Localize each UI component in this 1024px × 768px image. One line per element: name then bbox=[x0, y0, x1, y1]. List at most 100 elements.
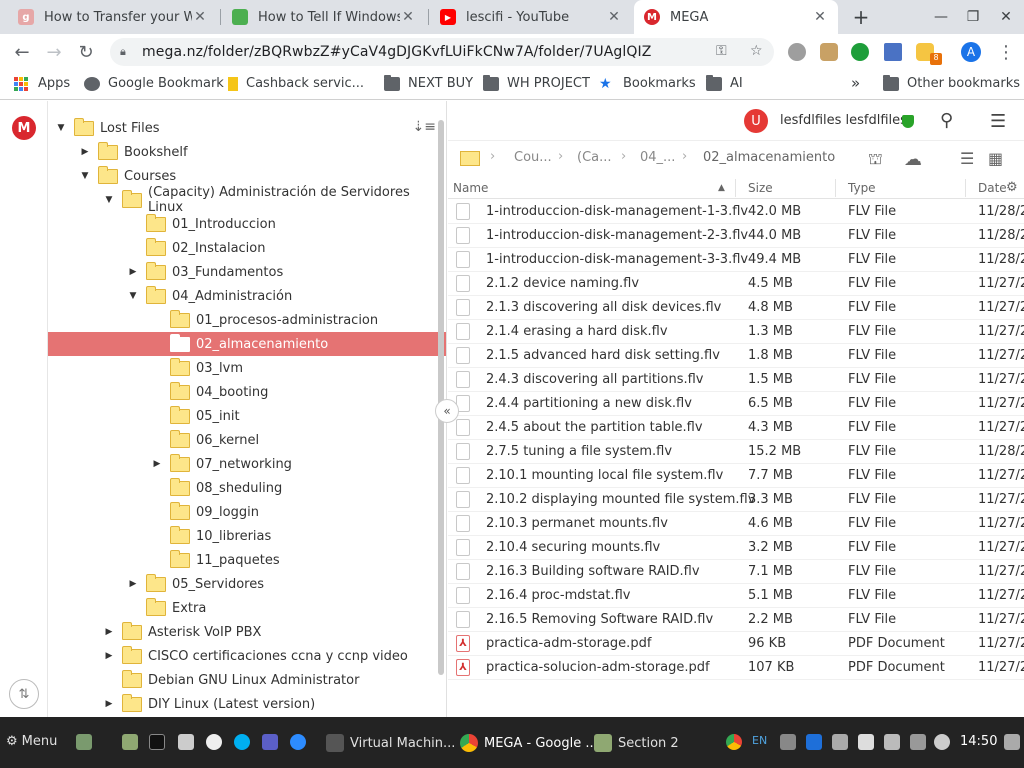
file-row[interactable]: ⅄ practica-adm-storage.pdf 96 KB PDF Docume… bbox=[448, 632, 1024, 656]
app-tray-icon[interactable] bbox=[858, 734, 874, 750]
bookmark-item[interactable]: Google Bookmark bbox=[84, 76, 224, 91]
column-type[interactable]: Type bbox=[848, 181, 876, 195]
reload-icon[interactable]: ↻ bbox=[72, 38, 100, 66]
clock[interactable]: 14:50 bbox=[960, 734, 997, 749]
tree-item[interactable]: 04_booting bbox=[48, 380, 446, 404]
tree-item[interactable]: 03_lvm bbox=[48, 356, 446, 380]
collapse-panel-button[interactable]: « bbox=[435, 399, 459, 423]
launcher-icon[interactable] bbox=[76, 734, 92, 750]
browser-tab[interactable]: How to Tell If Windows 1 ✕ bbox=[222, 0, 426, 34]
gear-icon[interactable]: ⚙ bbox=[1006, 180, 1018, 195]
tree-item-selected[interactable]: 02_almacenamiento bbox=[48, 332, 446, 356]
files-icon[interactable] bbox=[122, 734, 138, 750]
file-row[interactable]: 2.1.3 discovering all disk devices.flv 4.… bbox=[448, 296, 1024, 320]
column-date[interactable]: Date bbox=[978, 181, 1007, 195]
grid-view-icon[interactable]: ▦ bbox=[988, 149, 1003, 168]
user-name[interactable]: lesfdlfiles lesfdlfiles bbox=[780, 113, 907, 128]
tree-item[interactable]: 09_loggin bbox=[48, 500, 446, 524]
cloud-download-icon[interactable]: ☁ bbox=[904, 149, 922, 170]
tree-item[interactable]: ▶ 03_Fundamentos bbox=[48, 260, 446, 284]
file-row[interactable]: 1-introduccion-disk-management-1-3.flv 42… bbox=[448, 200, 1024, 224]
tree-item[interactable]: ▶ Bookshelf bbox=[48, 140, 446, 164]
caret-right-icon[interactable]: ▶ bbox=[78, 147, 92, 157]
file-row[interactable]: 2.4.5 about the partition table.flv 4.3 M… bbox=[448, 416, 1024, 440]
breadcrumb-item[interactable]: Cou... bbox=[514, 150, 552, 165]
bluetooth-icon[interactable] bbox=[806, 734, 822, 750]
caret-right-icon[interactable]: ▶ bbox=[102, 651, 116, 661]
caret-down-icon[interactable]: ▼ bbox=[54, 123, 68, 133]
file-row[interactable]: 2.1.2 device naming.flv 4.5 MB FLV File 11/… bbox=[448, 272, 1024, 296]
tree-item[interactable]: ▼ 04_Administración bbox=[48, 284, 446, 308]
transfers-icon[interactable]: ⇅ bbox=[9, 679, 39, 709]
file-row[interactable]: 2.1.5 advanced hard disk setting.flv 1.8 … bbox=[448, 344, 1024, 368]
key-icon[interactable]: ⚿ bbox=[716, 43, 727, 59]
folder-icon[interactable] bbox=[460, 151, 480, 166]
caret-right-icon[interactable]: ▶ bbox=[126, 579, 140, 589]
bookmark-item[interactable]: NEXT BUY bbox=[384, 74, 473, 91]
volume-icon[interactable] bbox=[1004, 734, 1020, 750]
taskbar-window-active[interactable]: MEGA - Google ... bbox=[460, 734, 598, 752]
tree-item[interactable]: 11_paquetes bbox=[48, 548, 446, 572]
terminal-icon[interactable] bbox=[149, 734, 165, 750]
new-tab-button[interactable]: + bbox=[845, 0, 877, 34]
start-menu-button[interactable]: ⚙ Menu bbox=[6, 734, 57, 749]
file-row[interactable]: 2.16.4 proc-mdstat.flv 5.1 MB FLV File 11/2… bbox=[448, 584, 1024, 608]
tree-scrollbar[interactable] bbox=[438, 120, 444, 675]
browser-tab[interactable]: ▶ lescifi - YouTube ✕ bbox=[430, 0, 632, 34]
caret-down-icon[interactable]: ▼ bbox=[78, 171, 92, 181]
more-menu-icon[interactable]: ⋮ bbox=[992, 38, 1020, 66]
bookmark-item[interactable]: AI bbox=[706, 74, 743, 91]
tree-item[interactable]: 08_sheduling bbox=[48, 476, 446, 500]
extension-icon[interactable] bbox=[884, 43, 902, 61]
tree-item[interactable]: 06_kernel bbox=[48, 428, 446, 452]
brightness-icon[interactable] bbox=[934, 734, 950, 750]
column-name[interactable]: Name bbox=[453, 181, 488, 195]
address-bar[interactable]: 🔒︎ mega.nz/folder/zBQRwbzZ#yCaV4gDJGKvfL… bbox=[110, 38, 774, 66]
bookmark-item[interactable]: WH PROJECT bbox=[483, 74, 590, 91]
screenshot-icon[interactable] bbox=[178, 734, 194, 750]
breadcrumb-item[interactable]: 04_... bbox=[640, 150, 675, 165]
lock-icon[interactable]: 🔒︎ bbox=[120, 45, 132, 59]
caret-down-icon[interactable]: ▼ bbox=[126, 291, 140, 301]
search-icon[interactable]: ⚲ bbox=[940, 110, 953, 131]
mega-logo[interactable]: M bbox=[12, 116, 36, 140]
file-row[interactable]: 2.10.1 mounting local file system.flv 7.7… bbox=[448, 464, 1024, 488]
tree-item[interactable]: Extra bbox=[48, 596, 446, 620]
extension-icon[interactable] bbox=[788, 43, 806, 61]
keyboard-layout[interactable]: EN bbox=[752, 734, 767, 747]
hamburger-menu-icon[interactable]: ☰ bbox=[990, 111, 1006, 132]
user-avatar[interactable]: U bbox=[744, 109, 768, 133]
display-icon[interactable] bbox=[780, 734, 796, 750]
list-view-icon[interactable]: ☰ bbox=[960, 149, 974, 168]
browser-tab-active[interactable]: M MEGA ✕ bbox=[634, 0, 838, 34]
file-row[interactable]: ⅄ practica-solucion-adm-storage.pdf 107 KB… bbox=[448, 656, 1024, 680]
shield-tray-icon[interactable] bbox=[884, 734, 900, 750]
bookmark-item[interactable]: Other bookmarks bbox=[883, 74, 1020, 91]
column-size[interactable]: Size bbox=[748, 181, 773, 195]
tree-item[interactable]: 05_init bbox=[48, 404, 446, 428]
close-tab-icon[interactable]: ✕ bbox=[812, 9, 828, 25]
breadcrumb-item[interactable]: (Ca... bbox=[577, 150, 612, 165]
file-row[interactable]: 2.16.5 Removing Software RAID.flv 2.2 MB F… bbox=[448, 608, 1024, 632]
file-row[interactable]: 2.10.2 displaying mounted file system.fl… bbox=[448, 488, 1024, 512]
tree-item[interactable]: ▼ (Capacity) Administración de Servidores… bbox=[48, 185, 446, 215]
caret-down-icon[interactable]: ▼ bbox=[102, 195, 116, 205]
file-row[interactable]: 1-introduccion-disk-management-3-3.flv 49… bbox=[448, 248, 1024, 272]
tree-item[interactable]: ▶ 07_networking bbox=[48, 452, 446, 476]
profile-avatar[interactable]: A bbox=[961, 42, 981, 62]
teams-icon[interactable] bbox=[262, 734, 278, 750]
tree-item[interactable]: ▶ 05_Servidores bbox=[48, 572, 446, 596]
close-window-icon[interactable]: ✕ bbox=[990, 0, 1022, 34]
tree-item[interactable]: ▼ Lost Files bbox=[48, 116, 446, 140]
browser-tab[interactable]: g How to Transfer your Wi ✕ bbox=[8, 0, 218, 34]
skype-icon[interactable] bbox=[234, 734, 250, 750]
bookmark-item[interactable]: Cashback servic... bbox=[228, 76, 364, 91]
zoom-icon[interactable] bbox=[290, 734, 306, 750]
file-row[interactable]: 2.16.3 Building software RAID.flv 7.1 MB F… bbox=[448, 560, 1024, 584]
bookmark-item[interactable]: Apps bbox=[14, 76, 70, 91]
tree-item[interactable]: 02_Instalacion bbox=[48, 236, 446, 260]
app-icon[interactable] bbox=[206, 734, 222, 750]
check-extension-icon[interactable] bbox=[851, 43, 869, 61]
taskbar-window[interactable]: Virtual Machin... bbox=[326, 734, 455, 752]
file-row[interactable]: 1-introduccion-disk-management-2-3.flv 44… bbox=[448, 224, 1024, 248]
